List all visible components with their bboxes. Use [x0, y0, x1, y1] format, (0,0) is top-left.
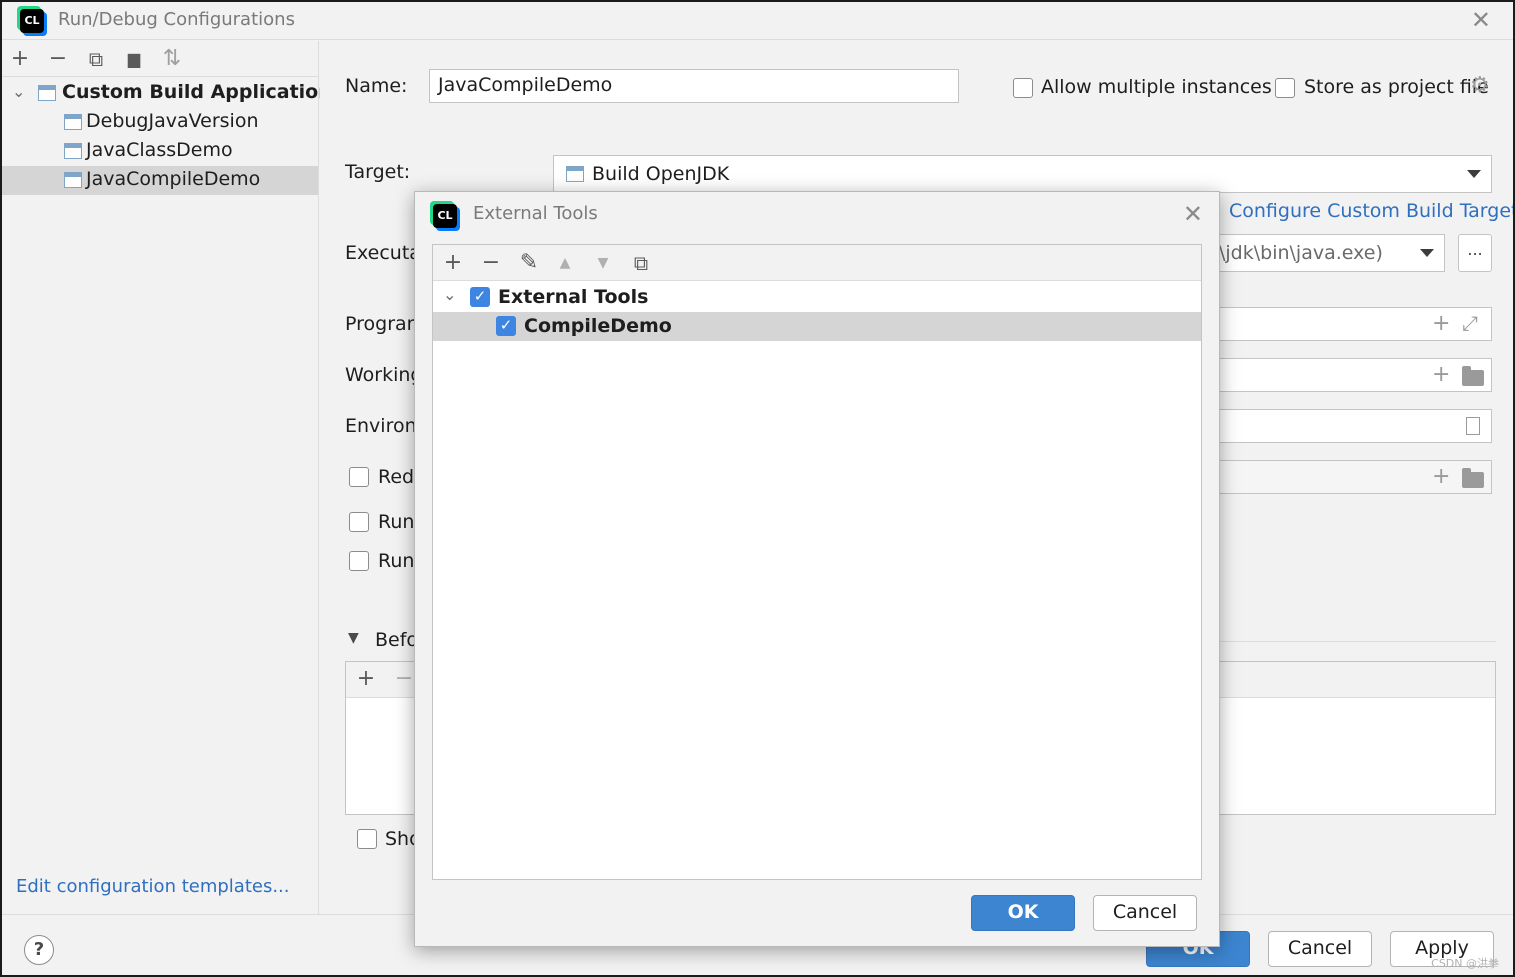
copy-icon[interactable]: ⧉: [629, 251, 653, 275]
modal-cancel-button[interactable]: Cancel: [1093, 895, 1197, 931]
external-tools-dialog: CL External Tools ✕ + − ✎ ▲ ▼ ⧉ ⌄ ✓ Exte…: [414, 191, 1220, 947]
before-launch-label: Befo: [375, 629, 419, 651]
run-option-label: Run: [378, 550, 415, 572]
configuration-icon: [64, 172, 82, 188]
configuration-icon: [64, 143, 82, 159]
close-icon[interactable]: ✕: [1183, 202, 1203, 226]
add-icon[interactable]: +: [8, 47, 32, 71]
store-as-project-file-label: Store as project file: [1304, 76, 1489, 98]
name-label: Name:: [345, 75, 408, 97]
close-icon[interactable]: ✕: [1471, 8, 1491, 32]
sidebar-toolbar: + − ⧉ ▆ ⇅: [2, 41, 318, 77]
tool-item-label: CompileDemo: [524, 315, 672, 337]
move-down-icon[interactable]: ▼: [591, 251, 615, 275]
window-title: Run/Debug Configurations: [58, 9, 295, 30]
compiledemo-checkbox[interactable]: ✓: [496, 316, 516, 336]
tree-item-label: JavaClassDemo: [86, 139, 233, 161]
tree-group-label: Custom Build Application: [62, 81, 332, 103]
title-bar: CL Run/Debug Configurations ✕: [2, 2, 1513, 40]
move-up-icon[interactable]: ▲: [553, 251, 577, 275]
tool-group-label: External Tools: [498, 286, 649, 308]
edit-icon[interactable]: ✎: [517, 251, 541, 275]
document-icon[interactable]: [1466, 417, 1480, 435]
run-with-administrator-checkbox[interactable]: [349, 512, 369, 532]
run-option-label: Run: [378, 511, 415, 533]
external-tools-list: + − ✎ ▲ ▼ ⧉ ⌄ ✓ External Tools ✓ Compile…: [432, 244, 1202, 880]
dialog-title: External Tools: [473, 203, 598, 224]
target-select-value: Build OpenJDK: [592, 163, 730, 185]
chevron-down-icon: [1420, 249, 1434, 257]
target-select[interactable]: Build OpenJDK: [553, 155, 1492, 193]
working-directory-label: Working: [345, 364, 423, 386]
name-input[interactable]: JavaCompileDemo: [429, 69, 959, 103]
browse-executable-button[interactable]: ...: [1458, 234, 1492, 272]
target-label: Target:: [345, 161, 411, 183]
tree-item-label: DebugJavaVersion: [86, 110, 259, 132]
run-in-terminal-checkbox[interactable]: [349, 551, 369, 571]
tree-item-debugjavaversion[interactable]: DebugJavaVersion: [2, 108, 318, 137]
expand-icon[interactable]: ⤢: [1462, 311, 1478, 335]
modal-ok-button[interactable]: OK: [971, 895, 1075, 931]
chevron-down-icon[interactable]: ⌄: [12, 82, 25, 101]
executable-select-value: \jdk\bin\java.exe): [1219, 242, 1383, 264]
sort-icon[interactable]: ⇅: [160, 47, 184, 71]
configure-custom-build-targets-link[interactable]: Configure Custom Build Targets: [1229, 200, 1513, 222]
configurations-sidebar: + − ⧉ ▆ ⇅ ⌄ Custom Build Application Deb…: [2, 41, 332, 914]
configuration-icon: [566, 166, 584, 182]
tool-item-compiledemo[interactable]: ✓ CompileDemo: [433, 312, 1201, 341]
copy-icon[interactable]: ⧉: [84, 47, 108, 71]
help-icon[interactable]: ?: [24, 935, 54, 965]
store-as-project-file-checkbox[interactable]: [1275, 78, 1295, 98]
watermark-text: CSDN @洪拳: [1431, 957, 1499, 970]
folder-icon[interactable]: [1462, 366, 1484, 386]
chevron-down-icon[interactable]: ⌄: [443, 285, 456, 304]
add-macro-icon[interactable]: +: [1432, 311, 1450, 336]
remove-icon[interactable]: −: [392, 667, 416, 691]
remove-icon[interactable]: −: [46, 47, 70, 71]
tree-item-javaclassdemo[interactable]: JavaClassDemo: [2, 137, 318, 166]
edit-configuration-templates-link[interactable]: Edit configuration templates...: [16, 876, 290, 897]
show-this-page-checkbox[interactable]: [357, 829, 377, 849]
add-icon[interactable]: +: [354, 667, 378, 691]
redirect-input-checkbox[interactable]: [349, 467, 369, 487]
tree-item-javacompiledemo[interactable]: JavaCompileDemo: [2, 166, 318, 195]
folder-icon[interactable]: [1462, 468, 1484, 488]
chevron-down-icon: [1467, 170, 1481, 178]
collapse-triangle-icon[interactable]: ▼: [348, 630, 359, 646]
tree-group-custom-build-application[interactable]: ⌄ Custom Build Application: [2, 79, 332, 108]
allow-multiple-instances-label: Allow multiple instances: [1041, 76, 1272, 98]
tree-item-label: JavaCompileDemo: [86, 168, 261, 190]
external-tools-toolbar: + − ✎ ▲ ▼ ⧉: [433, 245, 1201, 281]
allow-multiple-instances-checkbox[interactable]: [1013, 78, 1033, 98]
gear-icon[interactable]: ⚙: [1470, 73, 1490, 98]
move-to-folder-icon[interactable]: ▆: [122, 47, 146, 71]
add-icon[interactable]: +: [441, 251, 465, 275]
cancel-button[interactable]: Cancel: [1268, 931, 1372, 967]
add-macro-icon[interactable]: +: [1432, 464, 1450, 489]
tool-group-external-tools[interactable]: ⌄ ✓ External Tools: [433, 283, 1201, 312]
configuration-icon: [64, 114, 82, 130]
configuration-icon: [38, 85, 56, 101]
add-macro-icon[interactable]: +: [1432, 362, 1450, 387]
remove-icon[interactable]: −: [479, 251, 503, 275]
clion-app-icon: CL: [433, 204, 457, 228]
clion-app-icon: CL: [20, 9, 44, 33]
external-tools-group-checkbox[interactable]: ✓: [470, 287, 490, 307]
